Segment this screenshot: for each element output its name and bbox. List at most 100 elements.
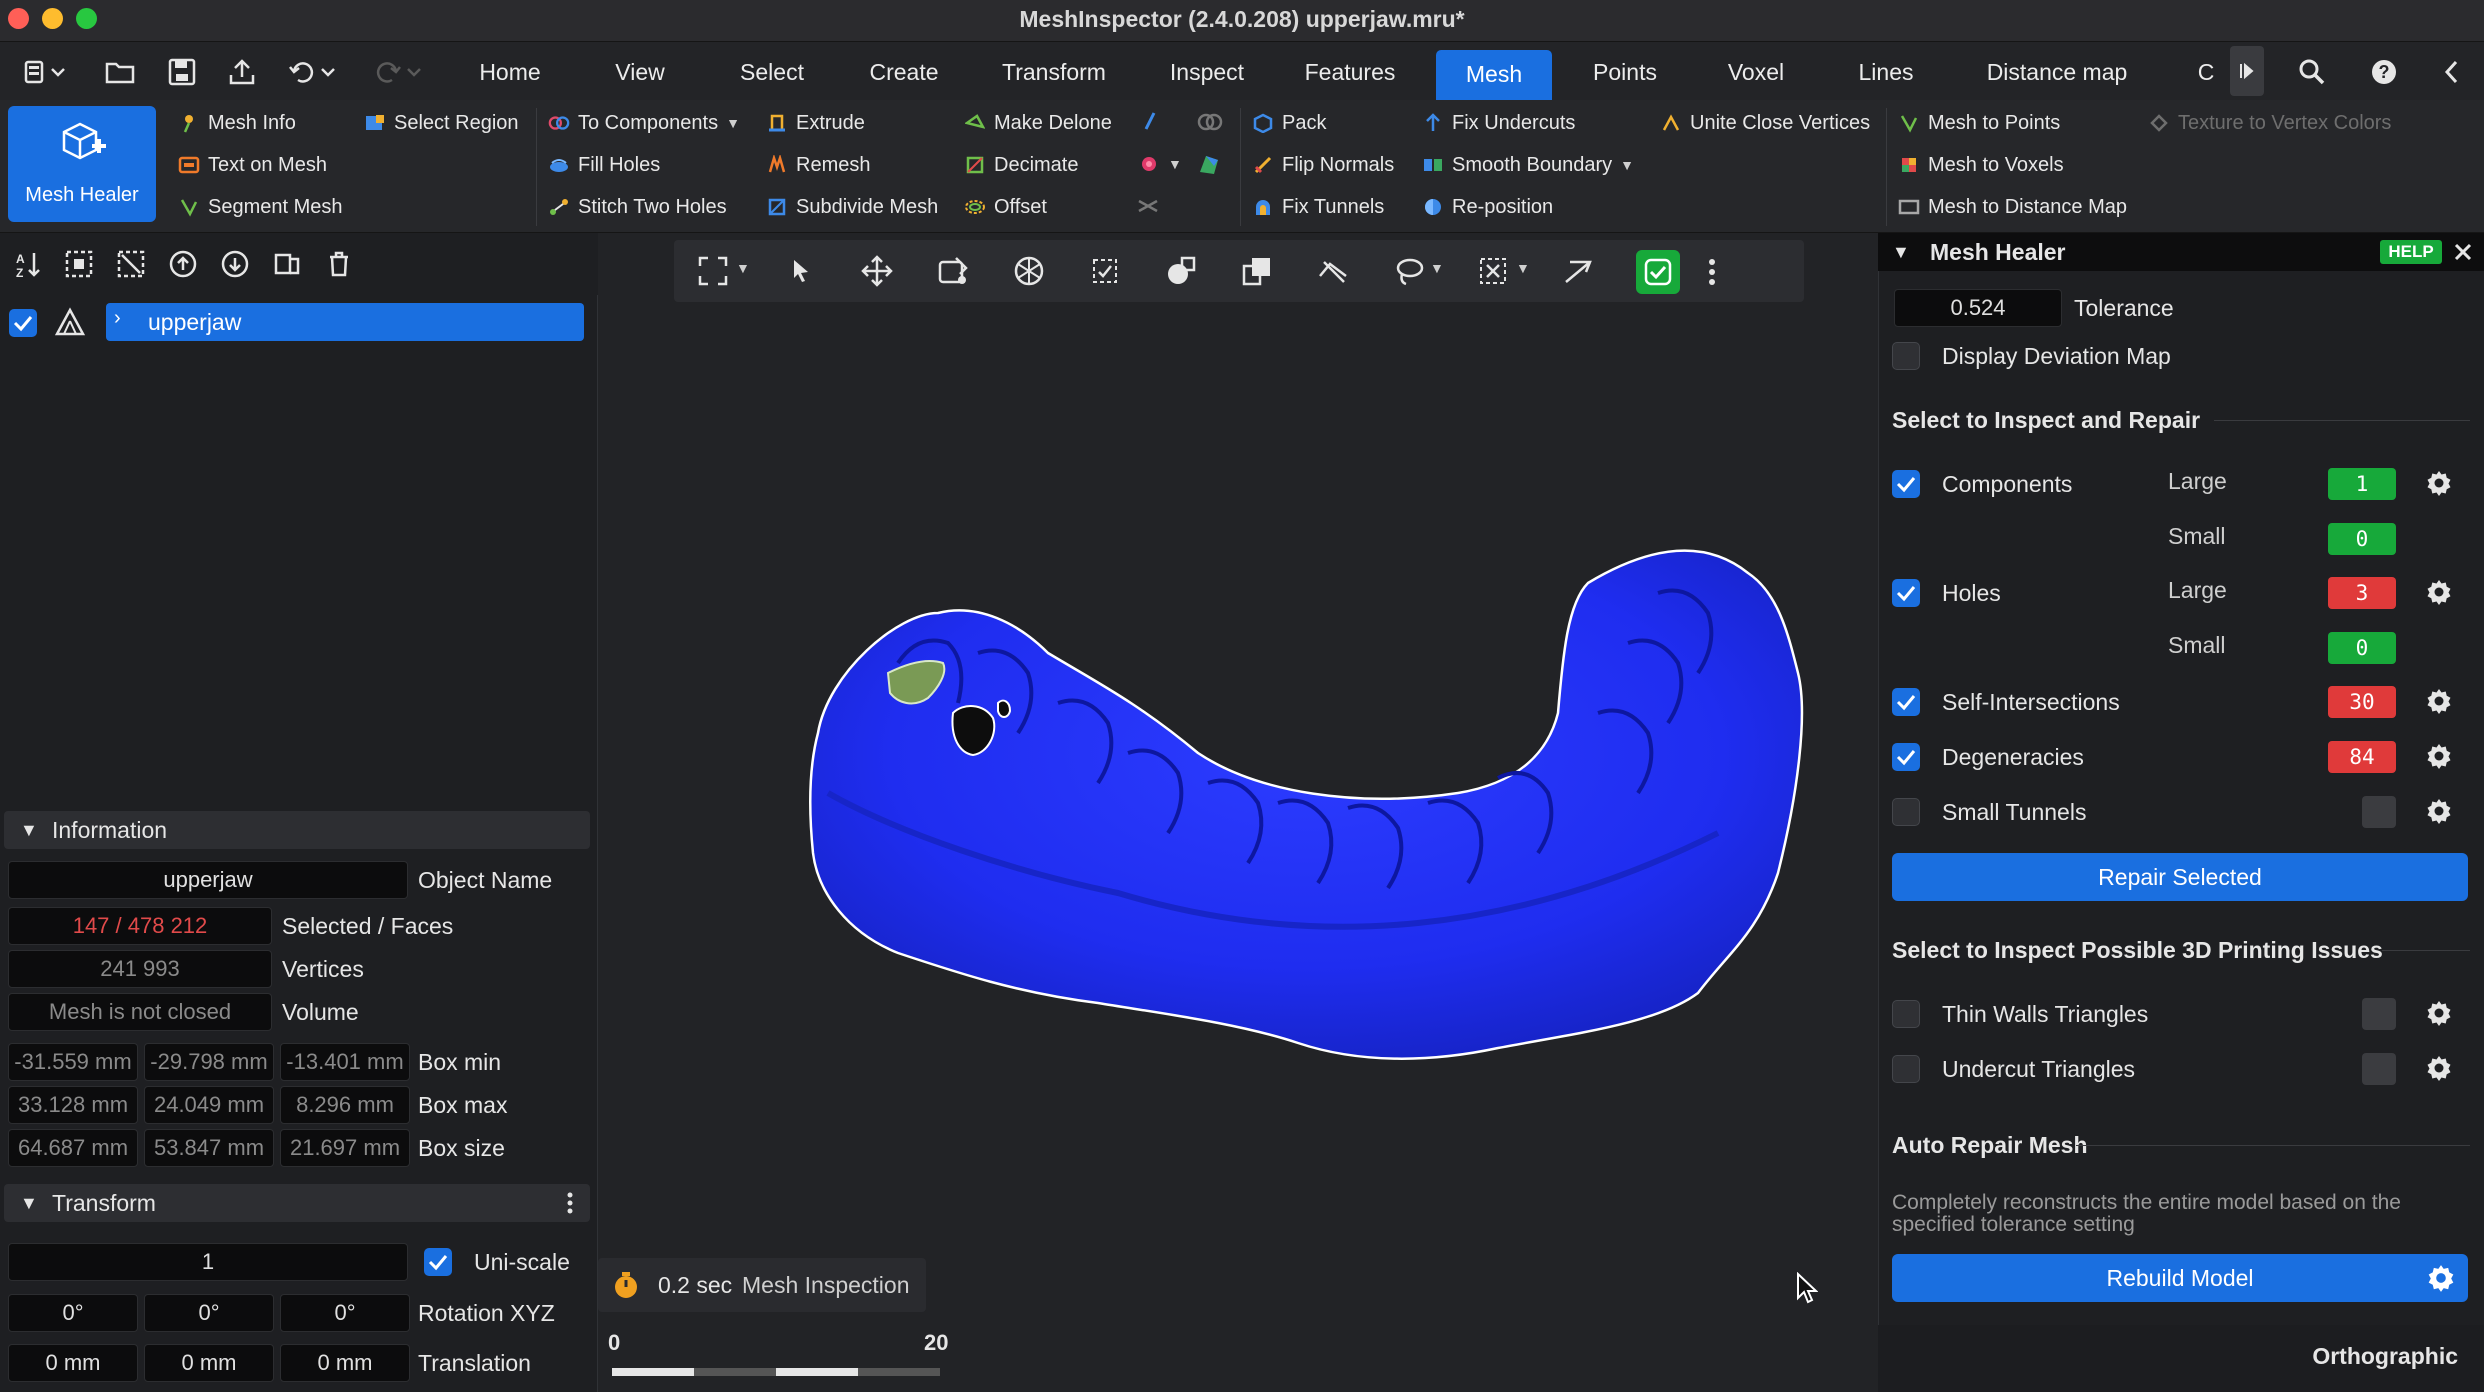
undercut-settings-icon[interactable]	[2424, 1053, 2454, 1083]
help-badge[interactable]: HELP	[2380, 240, 2442, 264]
undo-icon[interactable]	[286, 52, 346, 92]
rotation-y-field[interactable]: 0°	[144, 1294, 274, 1332]
rotation-z-field[interactable]: 0°	[280, 1294, 410, 1332]
chevron-down-icon[interactable]: ▼	[1516, 260, 1530, 276]
chevron-down-icon[interactable]: ▼	[1430, 260, 1444, 276]
deselect-all-icon[interactable]	[114, 247, 148, 281]
display-deviation-map-checkbox[interactable]	[1892, 342, 1920, 370]
redo-icon[interactable]	[370, 52, 430, 92]
sort-az-icon[interactable]: AZ	[12, 247, 46, 281]
color-mesh-icon[interactable]	[1196, 152, 1222, 176]
tree-item-selected[interactable]: › upperjaw	[106, 303, 584, 341]
box-select-icon[interactable]	[1086, 252, 1124, 290]
rotation-x-field[interactable]: 0°	[8, 1294, 138, 1332]
holes-settings-icon[interactable]	[2424, 577, 2454, 607]
export-icon[interactable]	[222, 52, 262, 92]
transform-section-header[interactable]: ▼ Transform	[4, 1184, 590, 1222]
mesh-to-distance-map-button[interactable]: Mesh to Distance Map	[1898, 190, 2127, 224]
small-tunnels-checkbox[interactable]	[1892, 798, 1920, 826]
self-intersections-settings-icon[interactable]	[2424, 686, 2454, 716]
to-components-button[interactable]: To Components ▼	[548, 106, 740, 140]
uniscale-checkbox[interactable]	[424, 1248, 452, 1276]
paint-select-icon[interactable]	[934, 252, 972, 290]
rotate-view-icon[interactable]	[1010, 252, 1048, 290]
tab-view[interactable]: View	[604, 50, 676, 94]
boolean-icon[interactable]	[1196, 110, 1224, 134]
undercut-checkbox[interactable]	[1892, 1055, 1920, 1083]
scale-field[interactable]: 1	[8, 1243, 408, 1281]
components-checkbox[interactable]	[1892, 470, 1920, 498]
inspection-toggle-button[interactable]	[1636, 250, 1680, 294]
open-folder-icon[interactable]	[100, 52, 140, 92]
translation-y-field[interactable]: 0 mm	[144, 1344, 274, 1382]
tab-distance-map[interactable]: Distance map	[1976, 50, 2138, 94]
mesh-info-button[interactable]: Mesh Info	[178, 106, 296, 140]
decimate-button[interactable]: Decimate	[964, 148, 1078, 182]
make-delone-button[interactable]: Make Delone	[964, 106, 1112, 140]
save-icon[interactable]	[162, 52, 202, 92]
tab-create[interactable]: Create	[860, 50, 948, 94]
more-options-icon[interactable]	[1708, 258, 1716, 286]
thin-walls-settings-icon[interactable]	[2424, 998, 2454, 1028]
tabs-overflow-icon[interactable]	[2230, 46, 2264, 96]
translation-z-field[interactable]: 0 mm	[280, 1344, 410, 1382]
close-icon[interactable]	[2452, 241, 2474, 263]
small-tunnels-settings-icon[interactable]	[2424, 796, 2454, 826]
lasso-icon[interactable]	[1390, 252, 1428, 290]
offset-button[interactable]: Offset	[964, 190, 1047, 224]
segment-mesh-button[interactable]: Segment Mesh	[178, 190, 343, 224]
object-name-field[interactable]: upperjaw	[8, 861, 408, 899]
hide-icon[interactable]	[1314, 252, 1352, 290]
deselect-box-icon[interactable]	[1474, 252, 1512, 290]
chevron-right-icon[interactable]: ›	[114, 307, 121, 330]
search-icon[interactable]	[2292, 52, 2332, 92]
new-document-icon[interactable]	[14, 52, 74, 92]
holes-checkbox[interactable]	[1892, 579, 1920, 607]
chevron-down-icon[interactable]: ▼	[1168, 156, 1182, 172]
select-region-button[interactable]: Select Region	[364, 106, 519, 140]
reposition-button[interactable]: Re-position	[1422, 190, 1553, 224]
texture-to-vertex-colors-button[interactable]: Texture to Vertex Colors	[2148, 106, 2391, 140]
degeneracies-settings-icon[interactable]	[2424, 741, 2454, 771]
measure-icon[interactable]	[1560, 252, 1598, 290]
remesh-button[interactable]: Remesh	[766, 148, 870, 182]
chevron-down-icon[interactable]: ▼	[1892, 233, 1910, 271]
pen-icon[interactable]	[1140, 110, 1160, 134]
tab-lines[interactable]: Lines	[1846, 50, 1926, 94]
mesh-healer-button[interactable]: Mesh Healer	[8, 106, 156, 222]
rebuild-settings-icon[interactable]	[2426, 1263, 2456, 1293]
translation-x-field[interactable]: 0 mm	[8, 1344, 138, 1382]
flip-normals-button[interactable]: Flip Normals	[1252, 148, 1394, 182]
tolerance-input[interactable]: 0.524	[1894, 289, 2062, 327]
move-down-icon[interactable]	[218, 247, 252, 281]
clipping-icon[interactable]	[1238, 252, 1276, 290]
tab-points[interactable]: Points	[1584, 50, 1666, 94]
group-icon[interactable]	[270, 247, 304, 281]
move-icon[interactable]	[858, 252, 896, 290]
chevron-down-icon[interactable]: ▼	[726, 115, 740, 131]
fix-tunnels-button[interactable]: Fix Tunnels	[1252, 190, 1384, 224]
mesh-to-points-button[interactable]: Mesh to Points	[1898, 106, 2060, 140]
pack-button[interactable]: Pack	[1252, 106, 1326, 140]
projection-mode-label[interactable]: Orthographic	[2312, 1343, 2458, 1370]
degeneracies-checkbox[interactable]	[1892, 743, 1920, 771]
extrude-button[interactable]: Extrude	[766, 106, 865, 140]
bridge-icon[interactable]	[1136, 194, 1160, 218]
tab-inspect[interactable]: Inspect	[1158, 50, 1256, 94]
paint-icon[interactable]	[1138, 152, 1160, 176]
collapse-panel-icon[interactable]	[2432, 52, 2472, 92]
select-all-icon[interactable]	[62, 247, 96, 281]
mesh-healer-header[interactable]: ▼ Mesh Healer HELP	[1878, 233, 2484, 271]
mesh-to-voxels-button[interactable]: Mesh to Voxels	[1898, 148, 2064, 182]
chevron-down-icon[interactable]: ▼	[1620, 157, 1634, 173]
fix-undercuts-button[interactable]: Fix Undercuts	[1422, 106, 1575, 140]
tab-select[interactable]: Select	[730, 50, 814, 94]
move-up-icon[interactable]	[166, 247, 200, 281]
select-arrow-icon[interactable]	[782, 252, 820, 290]
chevron-down-icon[interactable]: ▼	[736, 260, 750, 276]
thin-walls-checkbox[interactable]	[1892, 1000, 1920, 1028]
3d-viewport[interactable]	[598, 233, 1878, 1392]
fit-view-icon[interactable]	[694, 252, 732, 290]
text-on-mesh-button[interactable]: Text on Mesh	[178, 148, 327, 182]
more-options-icon[interactable]	[566, 1192, 574, 1214]
